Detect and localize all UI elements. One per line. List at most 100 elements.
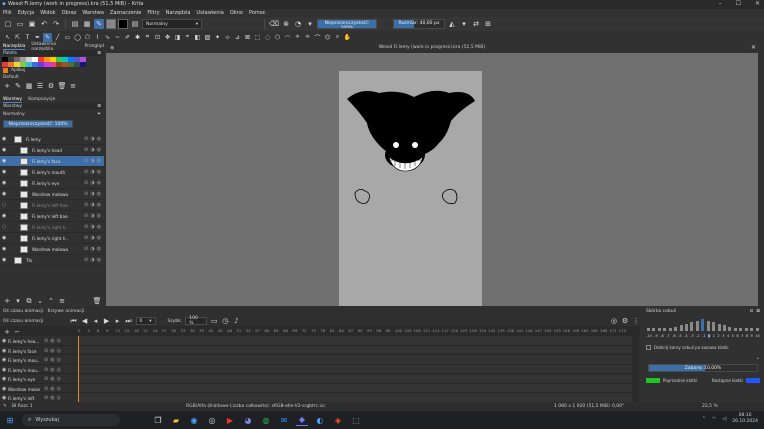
undo-icon[interactable]: ↶ (39, 19, 49, 29)
visibility-icon[interactable]: ◉ (2, 213, 8, 219)
move-layer-up-icon[interactable]: ⌃ (47, 297, 55, 305)
frame-input[interactable]: 0 ▾ (135, 317, 156, 325)
visibility-icon[interactable]: ◉ (2, 158, 8, 164)
polyline-tool-icon[interactable]: ⌇ (93, 33, 102, 42)
search-box[interactable]: ⌕ Wyszukaj (22, 414, 120, 426)
lock-icon[interactable]: ⊘ (44, 357, 48, 363)
lock-icon[interactable]: ⊘ (44, 395, 48, 401)
onion-opacity-bar[interactable] (679, 325, 683, 331)
crop-icon[interactable]: ⌗ (143, 33, 152, 42)
dynamic-brush-icon[interactable]: ✐ (123, 33, 132, 42)
onion-opacity-bar[interactable] (663, 328, 667, 331)
menu-item-10[interactable]: Pomoc (249, 10, 266, 16)
timeline-tab-1[interactable]: Krzywe animacji (48, 309, 85, 314)
onion-opacity-bar[interactable] (723, 325, 726, 331)
onion-skin-icon[interactable]: ◎ (610, 317, 618, 325)
edit-shapes-icon[interactable]: ⇱ (13, 33, 22, 42)
mail-icon[interactable]: ✉ (278, 414, 290, 426)
visibility-icon[interactable]: ◉ (2, 386, 6, 392)
visibility-icon[interactable]: ◉ (2, 357, 6, 363)
frames-track[interactable] (78, 336, 632, 345)
frames-track[interactable] (78, 383, 632, 392)
pin-icon[interactable]: ◎ (57, 338, 61, 344)
timeline-row[interactable]: ◉ Fi.lemy's mou... ⊘ ◍ ◎ (0, 364, 640, 374)
canvas-tab-title[interactable]: Wesoł Fi.lemy (work in progress).kra (51… (106, 45, 758, 50)
onion-opacity-bar[interactable] (701, 319, 705, 331)
status-zoom[interactable]: 22,5 % (702, 404, 718, 409)
palette-swatch[interactable] (80, 62, 86, 67)
onion-opacity-bar[interactable] (739, 328, 743, 331)
onion-opacity-bar[interactable] (750, 328, 754, 331)
alpha-lock-icon[interactable]: ⊘ (84, 224, 88, 230)
inherit-alpha-icon[interactable]: ◑ (90, 246, 94, 252)
app2-icon[interactable]: ⬚ (350, 414, 362, 426)
visibility-icon[interactable]: ◉ (2, 235, 8, 241)
zoom-input[interactable]: 100 % (185, 316, 208, 326)
move-icon[interactable]: ✥ (163, 33, 172, 42)
bezier-tool-icon[interactable]: ∿ (103, 33, 112, 42)
inherit-alpha-icon[interactable]: ◑ (90, 147, 94, 153)
menu-item-2[interactable]: Widok (40, 10, 55, 16)
timeline-scrollbar[interactable] (632, 336, 638, 404)
edge-icon[interactable]: ◐ (314, 414, 326, 426)
youtube-icon[interactable]: ▶ (224, 414, 236, 426)
mid-tab-0[interactable]: Warstwy (3, 97, 23, 103)
assistant-tool-icon[interactable]: ⊹ (223, 33, 232, 42)
settings-icon[interactable]: ⚙ (621, 317, 629, 325)
onion-icon[interactable]: ◍ (50, 376, 54, 382)
menu-item-4[interactable]: Warstwa (82, 10, 103, 16)
frames-track[interactable] (78, 374, 632, 383)
alpha-lock-icon[interactable]: ⊘ (84, 180, 88, 186)
layer-row[interactable]: ◉ Fi.lemy's head ⊘ ◑ ◍ (0, 145, 104, 156)
onion-icon[interactable]: ◍ (50, 357, 54, 363)
visibility-icon[interactable]: ◉ (2, 191, 8, 197)
pin-icon[interactable]: ◎ (57, 357, 61, 363)
alpha-lock-icon[interactable]: ⊘ (84, 235, 88, 241)
onion-opacity-bar[interactable] (733, 328, 737, 331)
close-icon[interactable]: ⊠ (97, 104, 101, 109)
lock-icon[interactable]: ⊘ (44, 376, 48, 382)
redo-icon[interactable]: ↷ (51, 19, 61, 29)
list-icon[interactable]: ☰ (36, 82, 44, 90)
delete-icon[interactable]: 🗑 (58, 82, 67, 90)
prev-frame-icon[interactable]: ◂ (92, 317, 100, 325)
onion-opacity-bar[interactable] (744, 328, 748, 331)
onion-icon[interactable]: ◍ (97, 169, 101, 175)
spotify-icon[interactable]: ◍ (260, 414, 272, 426)
freehand-path-icon[interactable]: ~ (113, 33, 122, 42)
minimize-button[interactable]: – (719, 0, 722, 7)
visibility-icon[interactable]: ◌ (2, 224, 8, 230)
next-frame-icon[interactable]: ▸ (114, 317, 122, 325)
transform-icon[interactable]: ⊡ (153, 33, 162, 42)
onion-icon[interactable]: ◍ (97, 180, 101, 186)
onion-icon[interactable]: ◍ (50, 395, 54, 401)
first-frame-icon[interactable]: ⏮ (70, 317, 78, 325)
settings-icon[interactable]: ⚙ (47, 82, 55, 90)
frames-track[interactable] (78, 345, 632, 354)
inherit-alpha-icon[interactable]: ◑ (90, 202, 94, 208)
pin-icon[interactable]: ◎ (57, 386, 61, 392)
layer-row[interactable]: ◉ Fi.lemy's face ⊘ ◑ ◍ (0, 156, 104, 167)
rect-select-icon[interactable]: ⬚ (253, 33, 262, 42)
wrap-around-icon[interactable]: ⊞ (483, 19, 493, 29)
top-tab-2[interactable]: Przegląd (85, 44, 104, 49)
alpha-lock-icon[interactable]: ⊘ (84, 158, 88, 164)
menu-item-3[interactable]: Obraz (62, 10, 77, 16)
visibility-icon[interactable]: ◉ (2, 147, 8, 153)
visibility-icon[interactable]: ◉ (2, 338, 6, 344)
measure-tool-icon[interactable]: ⊿ (233, 33, 242, 42)
alpha-lock-icon[interactable]: ⊘ (84, 213, 88, 219)
play-icon[interactable]: ▶ (103, 317, 111, 325)
new-document-icon[interactable]: ▢ (3, 19, 13, 29)
onion-opacity-bar[interactable] (706, 320, 710, 331)
gradient-swatch[interactable] (106, 19, 116, 29)
previous-frames-color[interactable] (646, 377, 660, 383)
playhead[interactable] (78, 336, 79, 404)
zoom-tool-icon[interactable]: ⌕ (333, 33, 342, 42)
chevron-down-icon[interactable]: ▾ (305, 19, 315, 29)
onion-opacity-bar[interactable] (755, 328, 759, 331)
prev-keyframe-icon[interactable]: ◀ (81, 317, 89, 325)
menu-item-0[interactable]: Plik (3, 10, 12, 16)
inherit-alpha-icon[interactable]: ◑ (90, 191, 94, 197)
alpha-lock-icon[interactable]: ⊘ (84, 246, 88, 252)
